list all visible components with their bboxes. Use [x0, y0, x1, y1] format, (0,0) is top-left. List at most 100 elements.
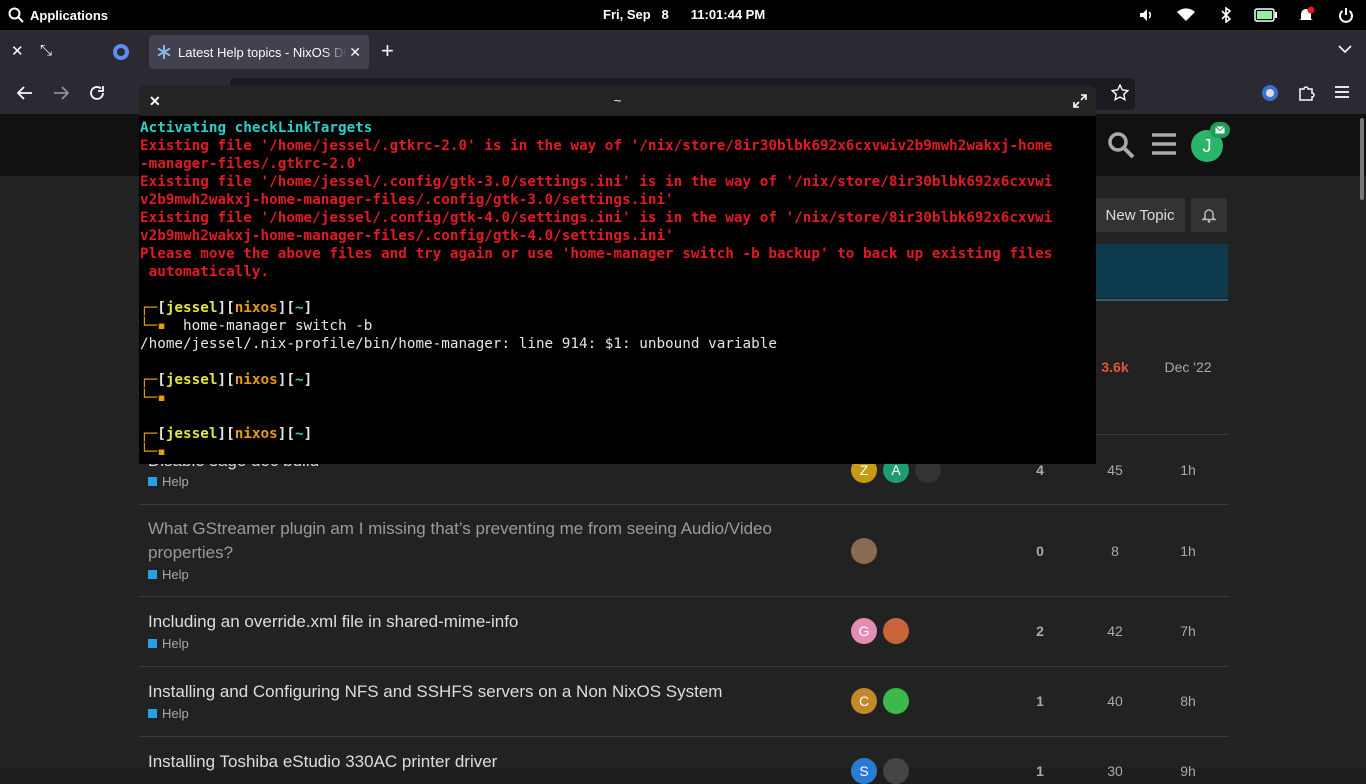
terminal-output[interactable]: Activating checkLinkTargets Existing file… [139, 116, 1096, 461]
avatar[interactable]: G [851, 618, 877, 644]
hamburger-menu-icon[interactable] [1151, 131, 1177, 157]
terminal-error-line: Please move the above files and try agai… [140, 246, 1053, 262]
bell-icon [1202, 209, 1216, 223]
terminal-title: ~ [613, 93, 622, 108]
terminal-error-line: v2b9mwh2wakxj-home-manager-files/.config… [140, 228, 674, 244]
views-count: 8 [1111, 543, 1119, 559]
category-color-icon [148, 639, 157, 648]
posters: C [851, 688, 909, 714]
firefox-view-icon[interactable] [112, 43, 130, 61]
pinned-views: 3.6k [1101, 359, 1129, 375]
avatar[interactable] [851, 538, 877, 564]
topic-title[interactable]: Installing Toshiba eStudio 330AC printer… [148, 750, 798, 774]
wifi-icon[interactable] [1166, 8, 1206, 22]
notifications-icon[interactable] [1286, 6, 1326, 24]
replies-count: 4 [1036, 462, 1044, 478]
avatar[interactable]: C [851, 688, 877, 714]
category-badge[interactable]: Help [148, 636, 189, 651]
posters [851, 538, 877, 564]
avatar[interactable] [883, 618, 909, 644]
clock[interactable]: Fri, Sep 8 11:01:44 PM [603, 7, 787, 22]
welcome-banner [1095, 244, 1228, 298]
bookmark-star-icon[interactable] [1111, 84, 1129, 102]
prompt-dir: ~ [294, 300, 304, 316]
terminal-error-line: Existing file '/home/jessel/.config/gtk-… [140, 210, 1053, 226]
forward-icon[interactable] [52, 84, 70, 102]
category-badge[interactable]: Help [148, 474, 189, 489]
maximize-icon[interactable] [1072, 93, 1088, 109]
pinned-activity[interactable]: Dec '22 [1163, 359, 1213, 375]
extensions-puzzle-icon[interactable] [1297, 84, 1315, 102]
category-badge[interactable]: Help [148, 706, 189, 721]
prompt-user: jessel [165, 300, 218, 316]
chevron-down-icon[interactable] [1338, 42, 1352, 56]
extension-icon[interactable] [1261, 84, 1279, 102]
terminal-line: Activating checkLinkTargets [140, 120, 373, 136]
page-scrollbar[interactable] [1360, 118, 1364, 200]
messages-badge-icon[interactable] [1210, 122, 1230, 138]
search-icon [8, 7, 24, 23]
back-icon[interactable] [16, 84, 34, 102]
activity-time[interactable]: 9h [1163, 763, 1213, 779]
activity-time[interactable]: 1h [1163, 462, 1213, 478]
browser-tab-bar: ✕ ⤡ Latest Help topics - NixOS Discourse… [0, 30, 1366, 74]
new-tab-button[interactable]: + [381, 40, 394, 62]
notification-level-button[interactable] [1191, 198, 1227, 232]
command-output: /home/jessel/.nix-profile/bin/home-manag… [140, 336, 777, 352]
prompt-line: ┌─[jessel][nixos][~] [140, 300, 313, 316]
activity-time[interactable]: 1h [1163, 543, 1213, 559]
close-tab-icon[interactable]: ✕ [349, 44, 361, 61]
replies-count: 1 [1036, 763, 1044, 779]
avatar[interactable] [883, 688, 909, 714]
search-icon[interactable] [1107, 131, 1135, 159]
command-line: └─▪ [140, 444, 166, 460]
tab-title: Latest Help topics - NixOS Discourse [178, 44, 348, 60]
views-count: 30 [1107, 763, 1123, 779]
views-count: 40 [1107, 693, 1123, 709]
clock-time: 11:01:44 PM [690, 7, 766, 22]
terminal-titlebar[interactable]: ✕ ~ [139, 86, 1096, 116]
system-tray [1126, 0, 1366, 30]
avatar[interactable] [883, 758, 909, 784]
topic-title[interactable]: What GStreamer plugin am I missing that’… [148, 517, 798, 565]
command-text: home-manager switch -b [165, 318, 373, 334]
table-row[interactable]: Installing and Configuring NFS and SSHFS… [139, 667, 1228, 736]
category-badge[interactable]: Help [148, 567, 189, 582]
terminal-error-line: Existing file '/home/jessel/.config/gtk-… [140, 174, 1053, 190]
applications-menu[interactable]: Applications [8, 7, 108, 23]
volume-icon[interactable] [1126, 7, 1166, 23]
tab-discourse[interactable]: Latest Help topics - NixOS Discourse ✕ [149, 35, 369, 69]
replies-count: 0 [1036, 543, 1044, 559]
topic-title[interactable]: Installing and Configuring NFS and SSHFS… [148, 680, 798, 704]
terminal-error-line: Existing file '/home/jessel/.gtkrc-2.0' … [140, 138, 1053, 154]
table-row[interactable]: Including an override.xml file in shared… [139, 597, 1228, 666]
table-row[interactable]: Installing Toshiba eStudio 330AC printer… [139, 737, 1228, 784]
reload-icon[interactable] [88, 84, 106, 102]
activity-time[interactable]: 7h [1163, 623, 1213, 639]
posters: G [851, 618, 909, 644]
avatar[interactable]: S [851, 758, 877, 784]
applications-label: Applications [30, 7, 109, 23]
prompt-line: ┌─[jessel][nixos][~] [140, 426, 313, 442]
restore-window-icon[interactable]: ⤡ [40, 42, 52, 59]
category-color-icon [148, 477, 157, 486]
views-count: 42 [1107, 623, 1123, 639]
new-topic-button[interactable]: New Topic [1095, 198, 1185, 232]
power-icon[interactable] [1326, 7, 1366, 23]
terminal-error-line: -manager-files/.gtkrc-2.0' [140, 156, 364, 172]
menu-icon[interactable] [1334, 84, 1350, 100]
views-count: 45 [1107, 462, 1123, 478]
bluetooth-icon[interactable] [1206, 7, 1246, 23]
table-row[interactable]: What GStreamer plugin am I missing that’… [139, 505, 1228, 597]
prompt-line: ┌─[jessel][nixos][~] [140, 372, 313, 388]
terminal-error-line: v2b9mwh2wakxj-home-manager-files/.config… [140, 192, 674, 208]
terminal-window[interactable]: ✕ ~ Activating checkLinkTargets Existing … [139, 86, 1096, 464]
close-window-icon[interactable]: ✕ [11, 42, 24, 60]
battery-icon[interactable] [1246, 8, 1286, 22]
topic-title[interactable]: Including an override.xml file in shared… [148, 610, 798, 634]
command-line: └─▪ home-manager switch -b [140, 318, 373, 334]
header-divider [1095, 299, 1228, 301]
clock-date: Fri, Sep 8 [603, 7, 669, 22]
activity-time[interactable]: 8h [1163, 693, 1213, 709]
command-line: └─▪ [140, 390, 166, 406]
